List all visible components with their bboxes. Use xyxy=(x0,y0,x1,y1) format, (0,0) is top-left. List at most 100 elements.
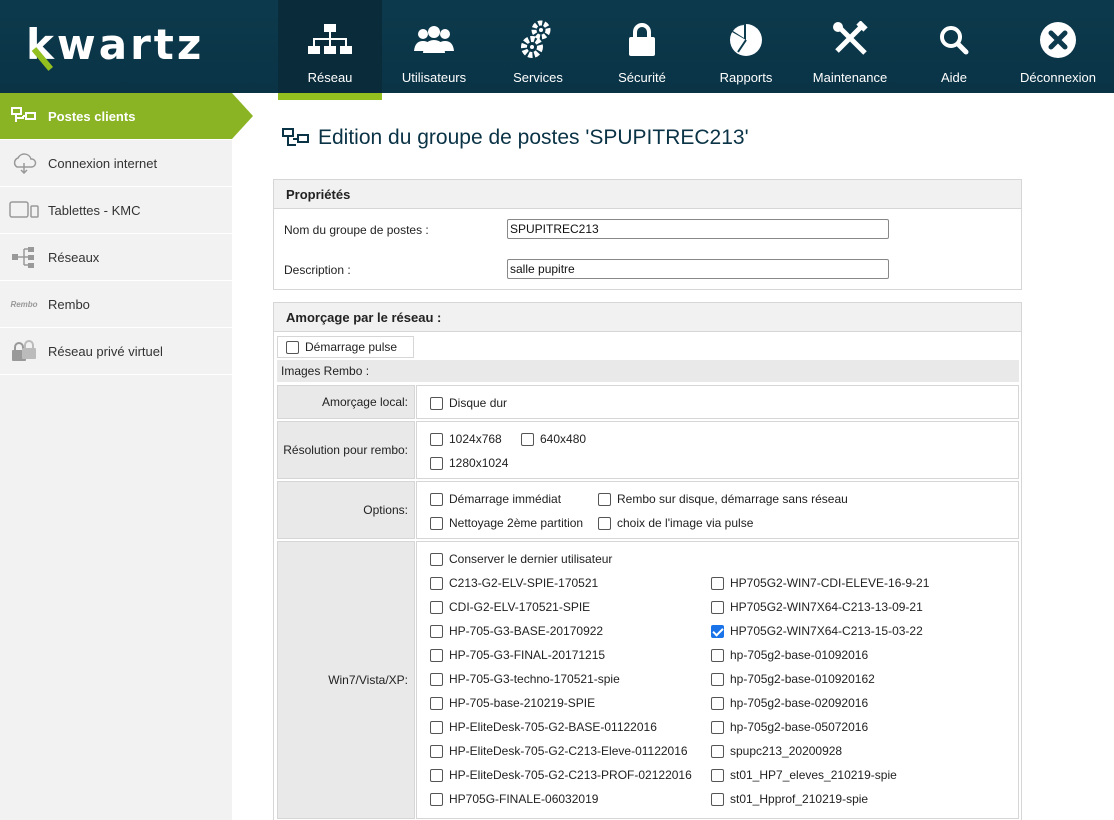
image-option[interactable]: HP-705-G3-BASE-20170922 xyxy=(430,624,603,638)
kwartz-logo[interactable]: kwartz xyxy=(26,20,226,78)
checkbox[interactable] xyxy=(430,552,443,566)
image-option[interactable]: hp-705g2-base-01092016 xyxy=(711,648,868,662)
image-option[interactable]: st01_HP7_eleves_210219-spie xyxy=(711,768,897,782)
nav-label: Services xyxy=(513,70,563,85)
sidebar-item-connexion-internet[interactable]: Connexion internet xyxy=(0,140,232,187)
checkbox[interactable] xyxy=(430,744,443,758)
sidebar-item-vpn[interactable]: Réseau privé virtuel xyxy=(0,328,232,375)
nav-label: Rapports xyxy=(719,70,773,85)
nav-reseau[interactable]: Réseau xyxy=(278,0,382,100)
checkbox[interactable] xyxy=(430,672,443,686)
checkbox[interactable] xyxy=(430,576,443,590)
checkbox[interactable] xyxy=(430,696,443,710)
option-demarrage-immediat[interactable]: Démarrage immédiat xyxy=(430,492,561,506)
res-640-option[interactable]: 640x480 xyxy=(521,432,586,446)
image-option[interactable]: HP705G2-WIN7-CDI-ELEVE-16-9-21 xyxy=(711,576,929,590)
nav-services[interactable]: Services xyxy=(486,0,590,93)
nav-rapports[interactable]: Rapports xyxy=(694,0,798,93)
nav-label: Déconnexion xyxy=(1020,70,1096,85)
disque-dur-option[interactable]: Disque dur xyxy=(430,396,507,410)
resolution-cell: 1024x768 640x480 1280x1024 xyxy=(416,421,1019,479)
checkbox[interactable] xyxy=(430,456,443,470)
checkbox[interactable] xyxy=(711,696,724,710)
image-option[interactable]: HP-705-G3-techno-170521-spie xyxy=(430,672,620,686)
main-nav: Réseau Utilisateurs Services Sécurité Ra… xyxy=(278,0,1110,100)
image-option[interactable]: C213-G2-ELV-SPIE-170521 xyxy=(430,576,598,590)
checkbox[interactable] xyxy=(430,768,443,782)
option-nettoyage[interactable]: Nettoyage 2ème partition xyxy=(430,516,583,530)
sidebar-item-postes-clients[interactable]: Postes clients xyxy=(0,93,253,140)
res-1280-option[interactable]: 1280x1024 xyxy=(430,456,508,470)
option-rembo-sur-disque[interactable]: Rembo sur disque, démarrage sans réseau xyxy=(598,492,848,506)
checkbox[interactable] xyxy=(711,792,724,806)
sidebar-item-tablettes[interactable]: Tablettes - KMC xyxy=(0,187,232,234)
group-name-input[interactable] xyxy=(507,219,889,239)
image-option[interactable]: HP705G2-WIN7X64-C213-13-09-21 xyxy=(711,600,923,614)
sidebar-item-label: Connexion internet xyxy=(48,155,158,171)
checkbox[interactable] xyxy=(430,648,443,662)
nav-label: Aide xyxy=(940,70,968,85)
checkbox[interactable] xyxy=(430,432,443,446)
workstations-icon xyxy=(0,93,48,140)
image-option[interactable]: HP-705-G3-FINAL-20171215 xyxy=(430,648,605,662)
image-option[interactable]: HP-EliteDesk-705-G2-C213-Eleve-01122016 xyxy=(430,744,688,758)
sidebar-item-rembo[interactable]: Rembo Rembo xyxy=(0,281,232,328)
group-name-label: Nom du groupe de postes : xyxy=(284,223,429,237)
tablet-icon xyxy=(0,187,48,234)
checkbox[interactable] xyxy=(430,624,443,638)
checkbox[interactable] xyxy=(430,600,443,614)
image-option[interactable]: HP-705-base-210219-SPIE xyxy=(430,696,595,710)
checkbox[interactable] xyxy=(711,768,724,782)
lock-icon xyxy=(590,20,694,60)
image-option[interactable]: HP-EliteDesk-705-G2-BASE-01122016 xyxy=(430,720,657,734)
cloud-icon xyxy=(0,140,48,187)
sidebar-item-label: Postes clients xyxy=(48,108,136,124)
image-option[interactable]: hp-705g2-base-05072016 xyxy=(711,720,868,734)
checkbox[interactable] xyxy=(711,648,724,662)
sidebar-item-reseaux[interactable]: Réseaux xyxy=(0,234,232,281)
image-option[interactable]: CDI-G2-ELV-170521-SPIE xyxy=(430,600,590,614)
checkbox[interactable] xyxy=(598,516,611,530)
sidebar-item-label: Rembo xyxy=(48,296,90,312)
option-choix-image[interactable]: choix de l'image via pulse xyxy=(598,516,753,530)
panel-header: Amorçage par le réseau : xyxy=(274,303,1021,332)
image-option[interactable]: st01_Hpprof_210219-spie xyxy=(711,792,868,806)
rembo-logo: Rembo xyxy=(10,299,38,309)
vpn-lock-icon xyxy=(0,328,48,375)
image-option[interactable]: HP705G2-WIN7X64-C213-15-03-22 xyxy=(711,624,923,638)
nav-utilisateurs[interactable]: Utilisateurs xyxy=(382,0,486,93)
sidebar-item-label: Tablettes - KMC xyxy=(48,202,141,218)
properties-panel: Propriétés Nom du groupe de postes : Des… xyxy=(273,179,1022,290)
nav-securite[interactable]: Sécurité xyxy=(590,0,694,93)
pulse-option[interactable]: Démarrage pulse xyxy=(286,340,397,354)
pulse-checkbox[interactable] xyxy=(286,340,299,354)
checkbox[interactable] xyxy=(430,492,443,506)
checkbox[interactable] xyxy=(430,516,443,530)
image-option[interactable]: hp-705g2-base-010920162 xyxy=(711,672,875,686)
image-option[interactable]: HP-EliteDesk-705-G2-C213-PROF-02122016 xyxy=(430,768,692,782)
res-1024-option[interactable]: 1024x768 xyxy=(430,432,502,446)
options-label: Options: xyxy=(277,481,415,539)
nav-aide[interactable]: Aide xyxy=(902,0,1006,93)
image-option[interactable]: HP705G-FINALE-06032019 xyxy=(430,792,598,806)
checkbox[interactable] xyxy=(711,576,724,590)
checkbox[interactable] xyxy=(521,432,534,446)
keep-user-option[interactable]: Conserver le dernier utilisateur xyxy=(430,552,612,566)
logo-text: kwartz xyxy=(26,20,205,69)
checkbox[interactable] xyxy=(711,672,724,686)
checkbox[interactable] xyxy=(711,720,724,734)
checkbox[interactable] xyxy=(711,744,724,758)
nav-deconnexion[interactable]: Déconnexion xyxy=(1006,0,1110,93)
local-boot-label: Amorçage local: xyxy=(277,385,415,419)
checkbox[interactable] xyxy=(711,600,724,614)
checkbox[interactable] xyxy=(598,492,611,506)
image-option[interactable]: spupc213_20200928 xyxy=(711,744,842,758)
image-option[interactable]: hp-705g2-base-02092016 xyxy=(711,696,868,710)
description-input[interactable] xyxy=(507,259,889,279)
checkbox[interactable] xyxy=(430,720,443,734)
checkbox[interactable] xyxy=(430,792,443,806)
options-cell: Démarrage immédiat Rembo sur disque, dém… xyxy=(416,481,1019,539)
checkbox[interactable] xyxy=(430,396,443,410)
nav-maintenance[interactable]: Maintenance xyxy=(798,0,902,93)
checkbox-checked[interactable] xyxy=(711,624,724,638)
